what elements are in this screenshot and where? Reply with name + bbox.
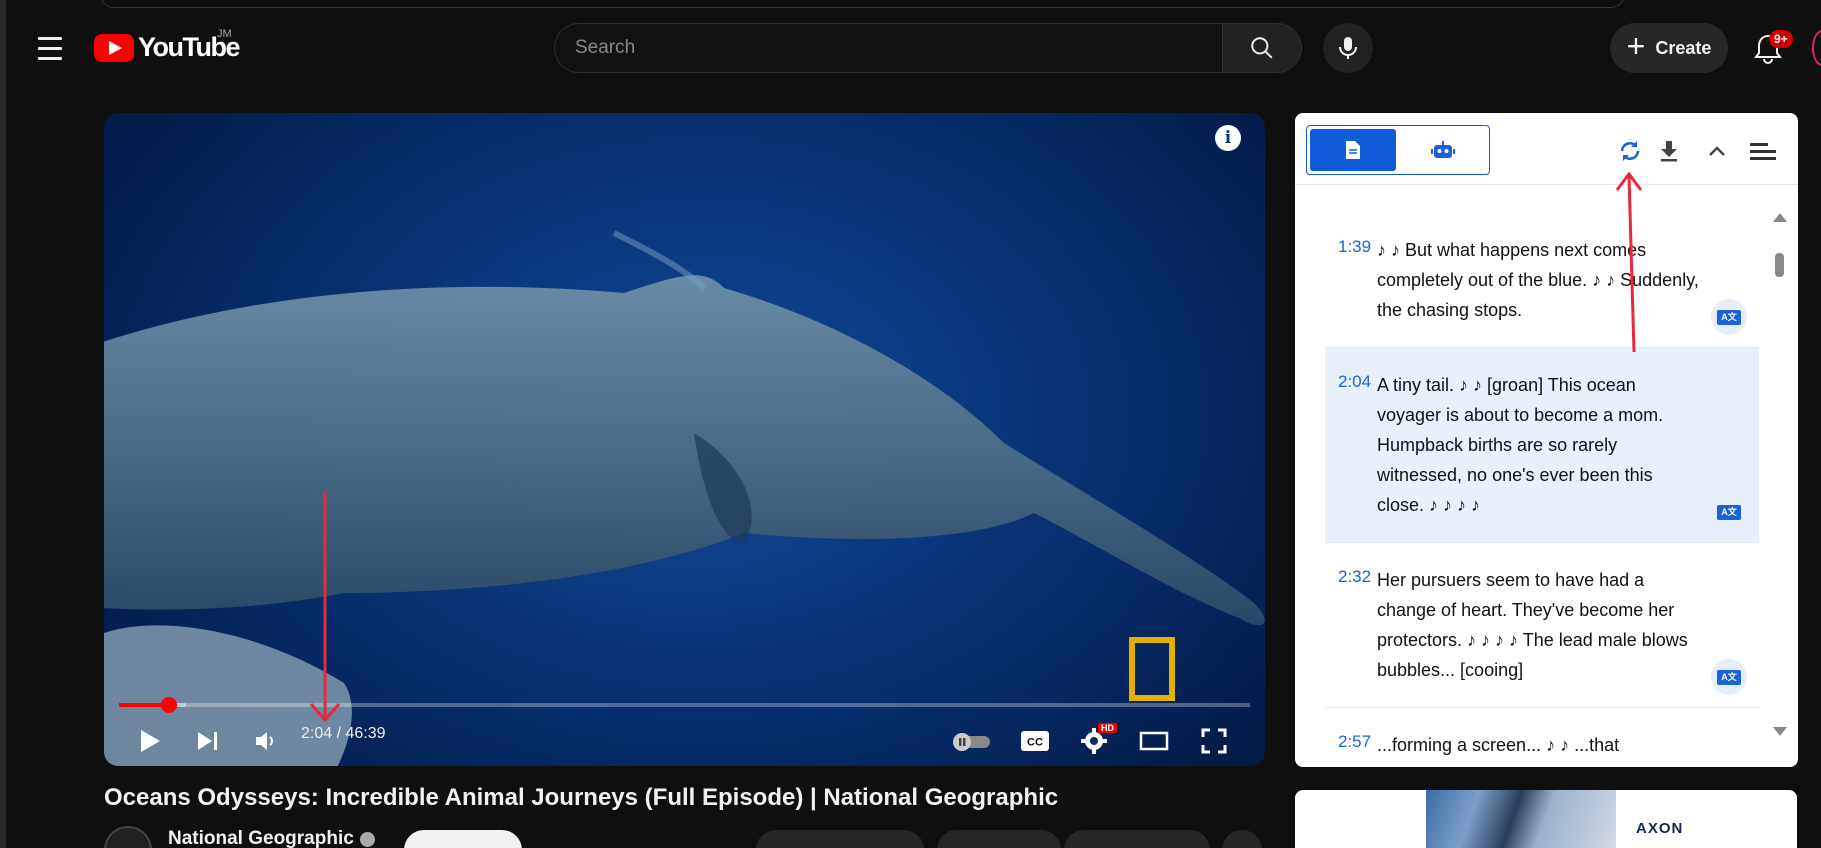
create-label: Create <box>1655 37 1712 58</box>
transcript-item-active[interactable]: 2:04 A tiny tail. ♪ ♪ [groan] This ocean… <box>1325 348 1759 543</box>
youtube-play-logo-icon <box>94 33 134 62</box>
transcript-text: ♪ ♪ But what happens next comes complete… <box>1377 240 1699 320</box>
transcript-view-button[interactable] <box>1310 129 1396 171</box>
share-button[interactable] <box>937 830 1061 848</box>
more-actions-button[interactable] <box>1222 830 1262 848</box>
play-button[interactable] <box>130 721 170 761</box>
robot-icon <box>1431 141 1455 158</box>
masthead: YouTube JM + Create 9+ <box>0 0 1821 96</box>
notification-count-badge: 9+ <box>1769 30 1793 48</box>
fullscreen-button[interactable] <box>1194 721 1234 761</box>
video-player[interactable]: i 2:04 / 46:39 CC HD <box>104 113 1265 766</box>
search-input[interactable] <box>554 23 1223 73</box>
scrollbar-thumb[interactable] <box>1775 253 1784 277</box>
volume-icon <box>256 732 273 750</box>
subscribe-button[interactable] <box>404 830 522 848</box>
country-code: JM <box>217 28 232 40</box>
progress-bar[interactable] <box>119 697 1250 713</box>
translate-button[interactable]: A文 <box>1711 659 1747 695</box>
window-edge <box>0 0 6 848</box>
like-dislike-button[interactable] <box>756 830 924 848</box>
document-icon <box>1346 141 1360 159</box>
search-button[interactable] <box>1223 23 1302 73</box>
scroll-up-arrow-icon[interactable] <box>1773 213 1787 222</box>
translate-icon: A文 <box>1717 309 1741 325</box>
account-avatar[interactable] <box>1812 30 1821 66</box>
menu-lines-icon <box>1750 143 1776 160</box>
fullscreen-icon <box>1201 728 1227 754</box>
view-toggle <box>1306 125 1490 175</box>
create-button[interactable]: + Create <box>1610 23 1728 73</box>
ad-brand-logo: AXON <box>1636 820 1684 837</box>
subtitles-button[interactable]: CC <box>1015 721 1055 761</box>
download-button[interactable] <box>1064 830 1210 848</box>
options-menu-button[interactable] <box>1746 137 1780 165</box>
search-box <box>554 23 1302 73</box>
transcript-item[interactable]: 2:57 ...forming a screen... ♪ ♪ ...that <box>1325 708 1759 767</box>
ad-image <box>1426 790 1616 848</box>
closed-captions-icon: CC <box>1021 731 1049 751</box>
channel-name: National Geographic <box>168 828 354 848</box>
mute-button[interactable] <box>246 721 286 761</box>
ai-summary-view-button[interactable] <box>1400 129 1486 171</box>
chevron-up-icon <box>1709 146 1725 156</box>
info-icon[interactable]: i <box>1215 125 1241 151</box>
autoplay-toggle-icon <box>953 733 990 751</box>
menu-icon[interactable] <box>32 30 68 66</box>
translate-icon: A文 <box>1717 669 1741 685</box>
sync-button[interactable] <box>1616 137 1644 165</box>
search-icon <box>1251 37 1273 59</box>
download-transcript-button[interactable] <box>1655 137 1683 165</box>
channel-avatar[interactable] <box>104 826 152 848</box>
download-icon <box>1661 141 1677 162</box>
whale-video-frame <box>104 230 1265 766</box>
transcript-text: ...forming a screen... ♪ ♪ ...that <box>1377 735 1620 755</box>
progress-scrubber[interactable] <box>161 697 178 713</box>
translate-icon: A文 <box>1717 504 1741 520</box>
hd-badge: HD <box>1098 723 1117 733</box>
play-icon <box>141 730 160 752</box>
timestamp-link[interactable]: 2:32 <box>1338 567 1371 587</box>
timestamp-link[interactable]: 2:04 <box>1338 372 1371 392</box>
translate-button[interactable]: A文 <box>1711 299 1747 335</box>
verified-icon <box>359 831 375 847</box>
timestamp-link[interactable]: 2:57 <box>1338 732 1371 752</box>
transcript-item[interactable]: 1:39 ♪ ♪ But what happens next comes com… <box>1325 213 1759 348</box>
channel-link[interactable]: National Geographic <box>168 828 375 848</box>
settings-button[interactable]: HD <box>1074 721 1117 761</box>
collapse-button[interactable] <box>1703 137 1731 165</box>
natgeo-logo-watermark <box>1129 637 1175 701</box>
svg-text:CC: CC <box>1027 737 1043 749</box>
transcript-list: 1:39 ♪ ♪ But what happens next comes com… <box>1325 213 1759 767</box>
plus-icon: + <box>1626 28 1646 64</box>
microphone-icon <box>1339 37 1357 59</box>
transcript-toolbar <box>1295 113 1798 185</box>
autoplay-toggle[interactable] <box>949 721 995 761</box>
time-display: 2:04 / 46:39 <box>301 725 386 742</box>
transcript-panel: 1:39 ♪ ♪ But what happens next comes com… <box>1295 113 1798 767</box>
timestamp-link[interactable]: 1:39 <box>1338 237 1371 257</box>
theater-mode-icon <box>1139 731 1169 751</box>
theater-mode-button[interactable] <box>1134 721 1174 761</box>
transcript-item[interactable]: 2:32 Her pursuers seem to have had a cha… <box>1325 543 1759 708</box>
next-button[interactable] <box>188 721 228 761</box>
transcript-text: A tiny tail. ♪ ♪ [groan] This ocean voya… <box>1377 375 1664 515</box>
sync-icon <box>1620 141 1640 161</box>
skip-next-icon <box>198 732 217 750</box>
video-title: Oceans Odysseys: Incredible Animal Journ… <box>104 784 1059 811</box>
scroll-down-arrow-icon[interactable] <box>1773 727 1787 736</box>
voice-search-button[interactable] <box>1323 23 1373 73</box>
translate-button[interactable]: A文 <box>1711 494 1747 530</box>
transcript-text: Her pursuers seem to have had a change o… <box>1377 570 1688 680</box>
ad-card[interactable]: AXON <box>1295 790 1797 848</box>
